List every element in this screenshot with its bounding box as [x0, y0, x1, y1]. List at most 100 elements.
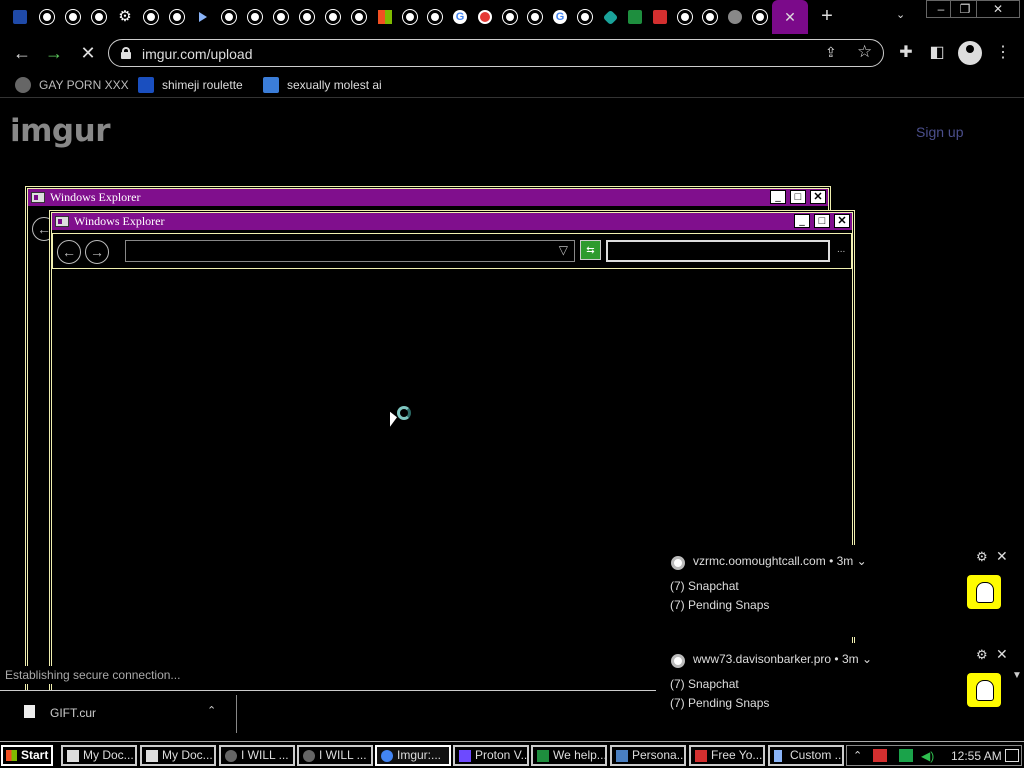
download-file-name[interactable]: GIFT.cur	[50, 706, 96, 720]
new-tab-button[interactable]: +	[816, 4, 838, 28]
more-options[interactable]: ...	[837, 244, 845, 255]
show-hidden-icons-icon[interactable]: ⌃	[853, 749, 867, 762]
task-label: Persona...	[632, 748, 686, 762]
show-desktop-icon[interactable]	[1005, 749, 1019, 762]
stop-button[interactable]: ✕	[76, 41, 100, 65]
profile-avatar-icon[interactable]	[958, 41, 982, 65]
tab[interactable]	[375, 5, 395, 29]
taskbar-item[interactable]: I WILL ...	[297, 745, 373, 766]
tab[interactable]	[37, 5, 57, 29]
tab[interactable]	[700, 5, 720, 29]
tab[interactable]	[575, 5, 595, 29]
tab[interactable]	[167, 5, 187, 29]
close-icon[interactable]: ✕	[996, 646, 1008, 663]
dropdown-arrow-icon[interactable]: ▽	[559, 243, 568, 257]
chevron-up-icon[interactable]: ⌃	[207, 704, 216, 717]
signup-link[interactable]: Sign up	[916, 124, 963, 140]
tab[interactable]	[323, 5, 343, 29]
minimize-button[interactable]: _	[794, 214, 810, 228]
gear-icon[interactable]: ⚙	[976, 549, 988, 565]
tab[interactable]: ⚙	[115, 5, 135, 29]
tab[interactable]: G	[550, 5, 570, 29]
close-tab-icon[interactable]: ✕	[784, 9, 796, 26]
tab[interactable]	[63, 5, 83, 29]
notification[interactable]: vzrmc.oomoughtcall.com • 3m ⌄ ⚙ ✕ (7) Sn…	[656, 545, 1024, 637]
active-tab[interactable]: ✕	[772, 0, 808, 34]
bookmark-item[interactable]: sexually molest ai	[263, 77, 382, 93]
close-button[interactable]: ✕	[834, 214, 850, 228]
extensions-icon[interactable]: ✚	[895, 42, 917, 64]
tab[interactable]	[349, 5, 369, 29]
go-button[interactable]: ⇆	[580, 240, 601, 260]
close-window-button[interactable]: ✕	[976, 0, 1020, 18]
tab[interactable]	[400, 5, 420, 29]
tab[interactable]	[425, 5, 445, 29]
tab[interactable]	[725, 5, 745, 29]
maximize-button[interactable]: □	[814, 214, 830, 228]
menu-icon[interactable]: ⋮	[992, 42, 1014, 64]
back-nav-button[interactable]: ←	[57, 240, 81, 264]
taskbar-item[interactable]: Free Yo...	[689, 745, 765, 766]
tab[interactable]	[750, 5, 770, 29]
close-icon[interactable]: ✕	[996, 548, 1008, 565]
tab[interactable]	[10, 5, 30, 29]
taskbar-item[interactable]: My Doc...	[61, 745, 137, 766]
notification[interactable]: www73.davisonbarker.pro • 3m ⌄ ⚙ ✕ (7) S…	[656, 643, 1024, 735]
taskbar-item[interactable]: I WILL ...	[219, 745, 295, 766]
tab[interactable]	[525, 5, 545, 29]
tab-search-icon[interactable]: ⌄	[896, 8, 905, 21]
forward-nav-button[interactable]: →	[85, 240, 109, 264]
tab[interactable]	[271, 5, 291, 29]
gear-icon[interactable]: ⚙	[976, 647, 988, 663]
share-icon[interactable]: ⇪	[825, 44, 837, 61]
explorer-search-input[interactable]	[606, 240, 830, 262]
url-text[interactable]: imgur.com/upload	[142, 46, 253, 62]
network-icon[interactable]	[899, 749, 913, 762]
side-panel-icon[interactable]: ◧	[926, 42, 948, 64]
tab[interactable]	[500, 5, 520, 29]
explorer-window-front[interactable]: Windows Explorer _ □ ✕ ← → ▽ ⇆ ...	[49, 210, 855, 718]
bookmark-item[interactable]: GAY PORN XXX	[15, 77, 129, 93]
window-title-bar[interactable]: Windows Explorer _ □ ✕	[28, 189, 828, 206]
taskbar-item[interactable]: We help...	[531, 745, 607, 766]
taskbar-item[interactable]: My Doc...	[140, 745, 216, 766]
address-bar[interactable]: imgur.com/upload ⇪ ☆	[108, 39, 884, 67]
tab[interactable]	[141, 5, 161, 29]
taskbar-item-active[interactable]: Imgur:...	[375, 745, 451, 766]
minimize-button[interactable]: _	[770, 190, 786, 204]
back-button[interactable]: ←	[10, 41, 34, 65]
clock[interactable]: 12:55 AM	[951, 749, 1002, 763]
imgur-logo[interactable]: imgur	[10, 113, 110, 149]
window-title: Windows Explorer	[74, 214, 165, 228]
scroll-down-arrow-icon[interactable]: ▼	[1012, 670, 1022, 681]
tab[interactable]	[625, 5, 645, 29]
star-icon[interactable]: ☆	[857, 42, 872, 62]
start-button[interactable]: Start	[1, 745, 53, 766]
flag-icon[interactable]	[873, 749, 887, 762]
forward-button[interactable]: →	[42, 41, 66, 65]
volume-icon[interactable]: ◀)	[921, 749, 935, 763]
tab[interactable]	[675, 5, 695, 29]
tab[interactable]	[245, 5, 265, 29]
taskbar-item[interactable]: Custom ...	[768, 745, 844, 766]
tab[interactable]	[297, 5, 317, 29]
file-icon	[24, 705, 35, 718]
time-text[interactable]: • 3m ⌄	[829, 554, 867, 568]
window-title-bar[interactable]: Windows Explorer _ □ ✕	[52, 213, 852, 230]
maximize-button[interactable]: □	[790, 190, 806, 204]
tab[interactable]	[600, 5, 620, 29]
tab[interactable]	[193, 5, 213, 29]
time-text[interactable]: • 3m ⌄	[834, 652, 872, 666]
tab[interactable]	[650, 5, 670, 29]
taskbar-item[interactable]: Proton V...	[453, 745, 529, 766]
address-combo[interactable]: ▽	[125, 240, 575, 262]
close-button[interactable]: ✕	[810, 190, 826, 204]
tab[interactable]: G	[450, 5, 470, 29]
lock-icon[interactable]	[121, 47, 131, 59]
tab[interactable]	[89, 5, 109, 29]
bookmark-item[interactable]: shimeji roulette	[138, 77, 243, 93]
play-icon	[774, 750, 782, 762]
tab[interactable]	[219, 5, 239, 29]
taskbar-item[interactable]: Persona...	[610, 745, 686, 766]
tab[interactable]	[475, 5, 495, 29]
